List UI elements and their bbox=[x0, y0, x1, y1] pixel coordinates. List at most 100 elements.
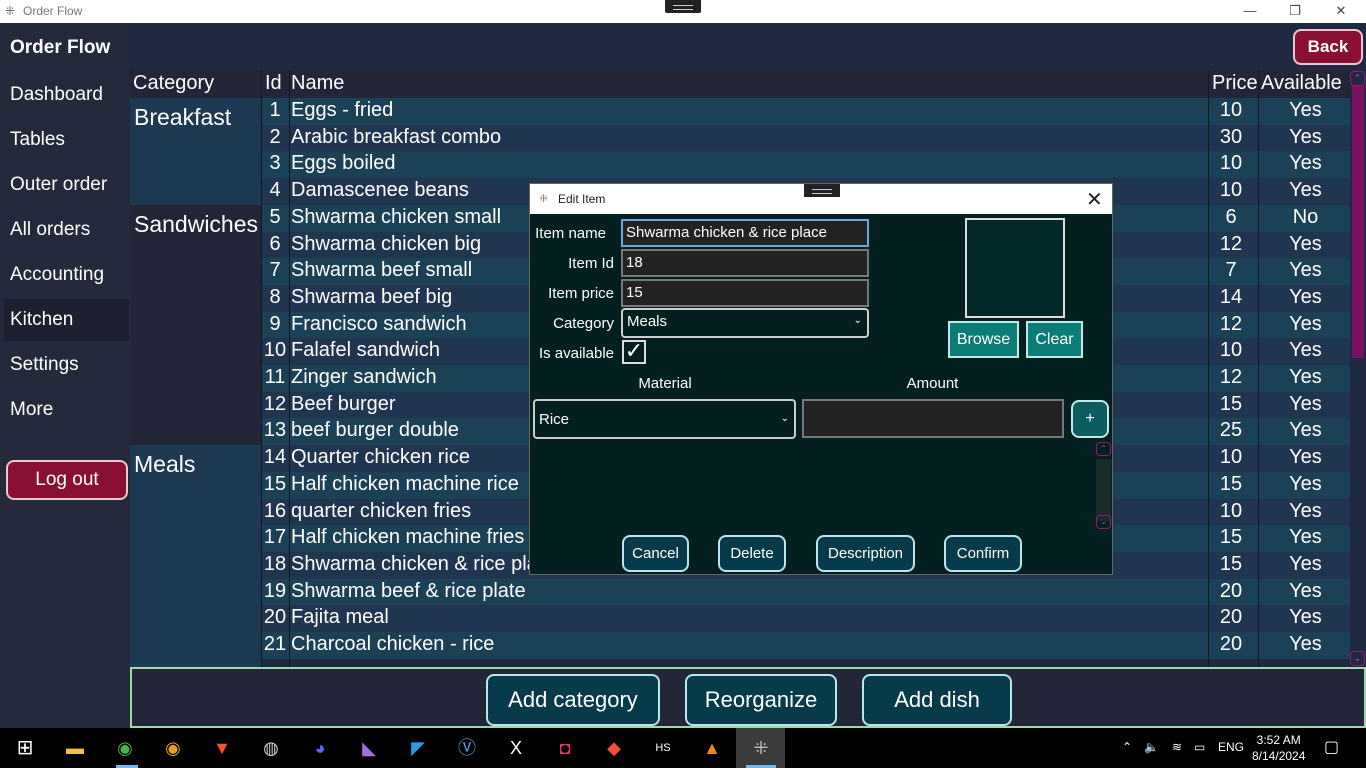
row-price: 10 bbox=[1219, 152, 1243, 175]
row-id: 8 bbox=[269, 285, 281, 308]
window-close-button[interactable]: ✕ bbox=[1318, 0, 1364, 23]
row-id: 12 bbox=[263, 392, 287, 415]
table-row[interactable]: 19 Shwarma beef & rice plate 20 Yes bbox=[261, 578, 1350, 606]
instagram-icon[interactable]: ◘ bbox=[550, 734, 580, 762]
minimize-button[interactable]: — bbox=[1227, 0, 1273, 23]
order-flow-app-icon[interactable]: ⁜ bbox=[746, 734, 776, 762]
delete-button[interactable]: Delete bbox=[718, 535, 786, 572]
file-explorer-icon[interactable]: ▬ bbox=[60, 734, 90, 762]
item-name-field[interactable]: Shwarma chicken & rice place bbox=[621, 219, 869, 247]
back-button[interactable]: Back bbox=[1293, 29, 1363, 65]
amount-input[interactable] bbox=[802, 399, 1064, 438]
table-row[interactable]: 3 Eggs boiled 10 Yes bbox=[261, 151, 1350, 179]
row-id: 9 bbox=[269, 312, 281, 335]
add-category-button[interactable]: Add category bbox=[486, 674, 660, 726]
row-available: No bbox=[1292, 205, 1319, 228]
table-row[interactable]: 1 Eggs - fried 10 Yes bbox=[261, 98, 1350, 125]
nav-settings[interactable]: Settings bbox=[4, 344, 129, 386]
notifications-icon[interactable]: ▢ bbox=[1324, 737, 1339, 757]
is-available-label: Is available bbox=[538, 345, 614, 362]
category-label: Category bbox=[553, 315, 614, 332]
nav-kitchen[interactable]: Kitchen bbox=[4, 299, 129, 341]
chrome-2-icon[interactable]: ◉ bbox=[158, 734, 188, 762]
scroll-down-icon[interactable]: ⌄ bbox=[1350, 651, 1365, 666]
scroll-up-icon[interactable]: ⌃ bbox=[1350, 71, 1365, 86]
row-available: Yes bbox=[1289, 179, 1322, 202]
nav-all-orders[interactable]: All orders bbox=[4, 209, 129, 251]
row-price: 6 bbox=[1225, 205, 1237, 228]
browse-button[interactable]: Browse bbox=[948, 321, 1019, 358]
row-available: Yes bbox=[1289, 499, 1322, 522]
item-price-label: Item price bbox=[548, 285, 614, 302]
tray-chevron-up-icon[interactable]: ⌃ bbox=[1122, 740, 1132, 754]
row-id: 18 bbox=[263, 552, 287, 575]
reorganize-button[interactable]: Reorganize bbox=[685, 674, 837, 726]
materials-scroll-up-icon[interactable]: ⌃ bbox=[1096, 442, 1111, 456]
chevron-down-icon: ⌄ bbox=[780, 413, 789, 424]
is-available-checkbox[interactable]: ✓ bbox=[622, 340, 646, 364]
row-id: 7 bbox=[269, 259, 281, 282]
brave-icon[interactable]: ▼ bbox=[207, 734, 237, 762]
windows-start-icon[interactable]: ⊞ bbox=[10, 734, 40, 762]
clock-time: 3:52 AM bbox=[1256, 733, 1301, 747]
material-select[interactable]: Rice ⌄ bbox=[533, 399, 796, 439]
cancel-button[interactable]: Cancel bbox=[622, 535, 689, 572]
maximize-button[interactable]: ❐ bbox=[1272, 0, 1318, 23]
battery-icon[interactable]: ▭ bbox=[1194, 740, 1205, 754]
category-cell[interactable]: Sandwiches bbox=[130, 204, 261, 446]
vscode-icon[interactable]: ◤ bbox=[403, 734, 433, 762]
steam-icon[interactable]: ◍ bbox=[256, 734, 286, 762]
category-select[interactable]: Meals ⌄ bbox=[621, 308, 869, 338]
nav-more[interactable]: More bbox=[4, 389, 129, 431]
row-price: 12 bbox=[1219, 366, 1243, 388]
row-available: Yes bbox=[1289, 259, 1322, 282]
discord-icon[interactable]: ◕ bbox=[305, 734, 335, 762]
col-category: Category bbox=[133, 72, 215, 94]
row-available: Yes bbox=[1289, 232, 1322, 255]
dialog-drag-grip[interactable] bbox=[804, 184, 840, 197]
chrome-icon[interactable]: ◉ bbox=[110, 734, 140, 762]
table-row[interactable]: 2 Arabic breakfast combo 30 Yes bbox=[261, 124, 1350, 152]
item-id-field[interactable]: 18 bbox=[621, 249, 869, 277]
logout-button[interactable]: Log out bbox=[6, 460, 128, 500]
row-name: Eggs boiled bbox=[291, 152, 396, 175]
sidebar: Order Flow Dashboard Tables Outer order … bbox=[0, 23, 130, 728]
row-price: 7 bbox=[1225, 259, 1237, 282]
bottom-action-bar: Add category Reorganize Add dish bbox=[130, 667, 1366, 728]
category-cell[interactable]: Meals bbox=[130, 445, 261, 667]
clock[interactable]: 3:52 AM 8/14/2024 bbox=[1252, 732, 1305, 764]
table-row[interactable]: 20 Fajita meal 20 Yes bbox=[261, 605, 1350, 633]
category-cell[interactable]: Breakfast bbox=[130, 98, 261, 205]
nav-tables[interactable]: Tables bbox=[4, 119, 129, 161]
row-id: 15 bbox=[263, 472, 287, 495]
git-icon[interactable]: ◆ bbox=[599, 734, 629, 762]
clear-image-button[interactable]: Clear bbox=[1026, 321, 1083, 358]
row-price: 15 bbox=[1219, 526, 1243, 549]
add-dish-button[interactable]: Add dish bbox=[862, 674, 1012, 726]
item-price-field[interactable]: 15 bbox=[621, 279, 869, 307]
x-twitter-icon[interactable]: X bbox=[501, 734, 531, 762]
vlc-icon[interactable]: ▲ bbox=[697, 734, 727, 762]
nav-accounting[interactable]: Accounting bbox=[4, 254, 129, 296]
nav-dashboard[interactable]: Dashboard bbox=[4, 74, 129, 116]
materials-scroll-down-icon[interactable]: ⌄ bbox=[1096, 515, 1111, 529]
row-name: Half chicken machine fries bbox=[291, 526, 525, 549]
drag-grip[interactable] bbox=[665, 0, 701, 13]
nav-outer-order[interactable]: Outer order bbox=[4, 164, 129, 206]
description-button[interactable]: Description bbox=[816, 535, 915, 572]
row-available: Yes bbox=[1289, 392, 1322, 415]
volume-icon[interactable]: 🔈 bbox=[1144, 740, 1159, 754]
hs-app-icon[interactable]: HS bbox=[648, 734, 678, 762]
visual-studio-icon[interactable]: ◣ bbox=[354, 734, 384, 762]
dialog-close-icon[interactable]: ✕ bbox=[1086, 187, 1103, 212]
table-row[interactable]: 21 Charcoal chicken - rice 20 Yes bbox=[261, 632, 1350, 659]
materials-scrollbar[interactable] bbox=[1096, 459, 1111, 521]
language-indicator[interactable]: ENG bbox=[1218, 740, 1244, 754]
add-material-button[interactable]: + bbox=[1071, 400, 1109, 438]
row-available: Yes bbox=[1289, 285, 1322, 308]
window-titlebar: ⁜ Order Flow — ❐ ✕ bbox=[0, 0, 1366, 23]
wifi-icon[interactable]: ≋ bbox=[1172, 740, 1182, 754]
vivaldi-icon[interactable]: Ⓥ bbox=[452, 734, 482, 762]
table-scroll-thumb[interactable] bbox=[1352, 86, 1364, 358]
confirm-button[interactable]: Confirm bbox=[944, 535, 1022, 572]
